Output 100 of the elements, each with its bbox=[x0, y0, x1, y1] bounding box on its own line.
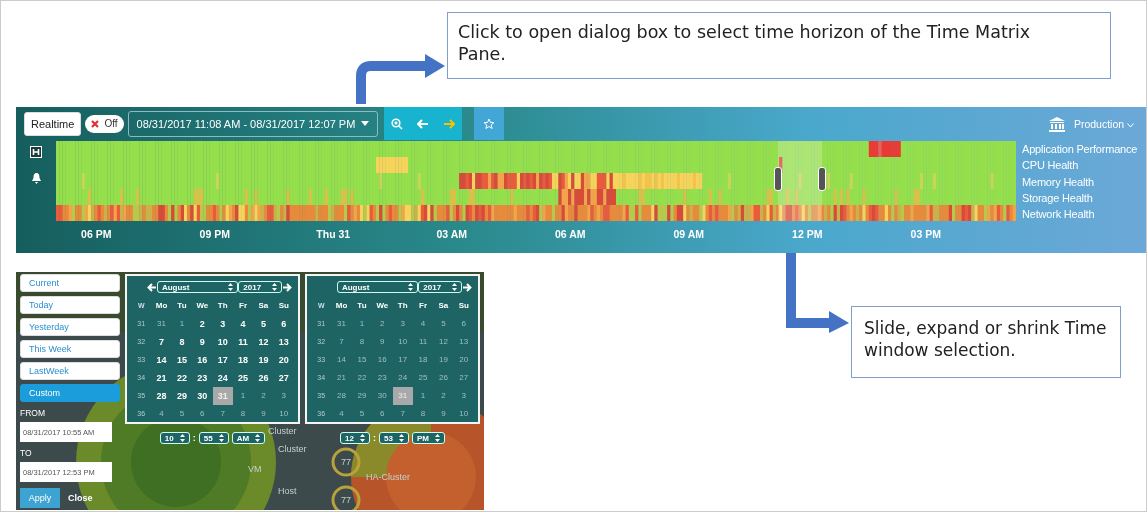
close-button[interactable]: Close bbox=[66, 493, 95, 503]
realtime-button[interactable]: Realtime bbox=[24, 111, 82, 136]
calendar-day[interactable]: 15 bbox=[171, 351, 193, 369]
calendar-day[interactable]: 2 bbox=[433, 387, 454, 405]
calendar-day[interactable]: 6 bbox=[372, 405, 393, 423]
calendar-day[interactable]: 21 bbox=[331, 369, 352, 387]
preset-option[interactable]: This Week bbox=[20, 340, 120, 358]
calendar-day[interactable]: 12 bbox=[253, 333, 274, 351]
calendar-day[interactable]: 7 bbox=[151, 333, 172, 351]
calendar-day[interactable]: 2 bbox=[372, 315, 393, 333]
calendar-day[interactable]: 5 bbox=[171, 405, 193, 423]
environment-dropdown[interactable]: Production bbox=[1073, 117, 1144, 130]
calendar-day[interactable]: 3 bbox=[212, 315, 233, 333]
calendar-day[interactable]: 4 bbox=[331, 405, 352, 423]
hour-spinner[interactable]: 12 bbox=[340, 432, 370, 444]
calendar-day[interactable]: 1 bbox=[232, 387, 254, 405]
calendar-day[interactable]: 17 bbox=[392, 351, 413, 369]
calendar-day[interactable]: 3 bbox=[273, 387, 294, 405]
calendar-day[interactable]: 4 bbox=[151, 405, 172, 423]
calendar-day[interactable]: 25 bbox=[412, 369, 434, 387]
calendar-day[interactable]: 1 bbox=[412, 387, 434, 405]
calendar-day[interactable]: 24 bbox=[212, 369, 233, 387]
preset-option[interactable]: Custom bbox=[20, 384, 120, 402]
year-select[interactable]: 2017 bbox=[418, 281, 463, 293]
minute-spinner[interactable]: 53 bbox=[379, 432, 409, 444]
calendar-day[interactable]: 31 bbox=[331, 315, 352, 333]
hour-spinner[interactable]: 10 bbox=[159, 432, 190, 444]
calendar-day[interactable]: 12 bbox=[433, 333, 454, 351]
preset-option[interactable]: Current bbox=[20, 274, 120, 292]
calendar-day[interactable]: 6 bbox=[192, 405, 213, 423]
bell-icon[interactable] bbox=[30, 172, 42, 184]
calendar-day[interactable]: 4 bbox=[232, 315, 254, 333]
calendar-day[interactable]: 28 bbox=[331, 387, 352, 405]
calendar-day[interactable]: 27 bbox=[273, 369, 294, 387]
calendar-day[interactable]: 10 bbox=[453, 405, 474, 423]
apply-button[interactable]: Apply bbox=[20, 488, 60, 508]
calendar-day[interactable]: 19 bbox=[253, 351, 274, 369]
calendar-day[interactable]: 30 bbox=[372, 387, 393, 405]
calendar-day[interactable]: 8 bbox=[232, 405, 254, 423]
calendar-day[interactable]: 9 bbox=[433, 405, 454, 423]
resize-handle[interactable] bbox=[818, 167, 826, 191]
calendar-day[interactable]: 28 bbox=[151, 387, 172, 405]
calendar-day[interactable]: 31 bbox=[212, 387, 233, 405]
calendar-day[interactable]: 9 bbox=[192, 333, 213, 351]
calendar-day[interactable]: 19 bbox=[433, 351, 454, 369]
calendar-day[interactable]: 2 bbox=[192, 315, 213, 333]
calendar-day[interactable]: 13 bbox=[273, 333, 294, 351]
calendar-day[interactable]: 29 bbox=[171, 387, 193, 405]
calendar-day[interactable]: 11 bbox=[232, 333, 254, 351]
calendar-day[interactable]: 5 bbox=[433, 315, 454, 333]
calendar-day[interactable]: 8 bbox=[351, 333, 373, 351]
month-select[interactable]: August bbox=[336, 281, 419, 293]
calendar-day[interactable]: 1 bbox=[351, 315, 373, 333]
realtime-toggle[interactable]: Off bbox=[85, 114, 124, 133]
minute-spinner[interactable]: 55 bbox=[198, 432, 229, 444]
calendar-day[interactable]: 21 bbox=[151, 369, 172, 387]
calendar-day[interactable]: 8 bbox=[412, 405, 434, 423]
preset-option[interactable]: Yesterday bbox=[20, 318, 120, 336]
date-range-dropdown[interactable]: 08/31/2017 11:08 AM - 08/31/2017 12:07 PM bbox=[127, 110, 379, 137]
calendar-day[interactable]: 11 bbox=[412, 333, 434, 351]
calendar-day[interactable]: 10 bbox=[212, 333, 233, 351]
calendar-day[interactable]: 23 bbox=[372, 369, 393, 387]
calendar-day[interactable]: 6 bbox=[273, 315, 294, 333]
calendar-day[interactable]: 26 bbox=[433, 369, 454, 387]
calendar-day[interactable]: 3 bbox=[453, 387, 474, 405]
calendar-day[interactable]: 5 bbox=[351, 405, 373, 423]
calendar-day[interactable]: 1 bbox=[171, 315, 193, 333]
calendar-day[interactable]: 20 bbox=[273, 351, 294, 369]
month-select[interactable]: August bbox=[156, 281, 239, 293]
calendar-day[interactable]: 10 bbox=[273, 405, 294, 423]
preset-option[interactable]: Today bbox=[20, 296, 120, 314]
calendar-day[interactable]: 3 bbox=[392, 315, 413, 333]
calendar-day[interactable]: 18 bbox=[232, 351, 254, 369]
calendar-day[interactable]: 7 bbox=[331, 333, 352, 351]
calendar-day[interactable]: 8 bbox=[171, 333, 193, 351]
calendar-day[interactable]: 31 bbox=[151, 315, 172, 333]
calendar-day[interactable]: 31 bbox=[392, 387, 413, 405]
calendar-day[interactable]: 9 bbox=[372, 333, 393, 351]
calendar-day[interactable]: 29 bbox=[351, 387, 373, 405]
period-spinner[interactable]: PM bbox=[411, 432, 445, 444]
left-arrow-icon[interactable] bbox=[147, 282, 157, 292]
calendar-day[interactable]: 6 bbox=[453, 315, 474, 333]
calendar-day[interactable]: 26 bbox=[253, 369, 274, 387]
calendar-day[interactable]: 4 bbox=[412, 315, 434, 333]
calendar-day[interactable]: 14 bbox=[331, 351, 352, 369]
calendar-day[interactable]: 23 bbox=[192, 369, 213, 387]
resize-handle[interactable] bbox=[774, 167, 782, 191]
calendar-day[interactable]: 27 bbox=[453, 369, 474, 387]
calendar-day[interactable]: 17 bbox=[212, 351, 233, 369]
calendar-day[interactable]: 7 bbox=[392, 405, 413, 423]
calendar-day[interactable]: 7 bbox=[212, 405, 233, 423]
calendar-day[interactable]: 14 bbox=[151, 351, 172, 369]
calendar-day[interactable]: 16 bbox=[372, 351, 393, 369]
calendar-day[interactable]: 13 bbox=[453, 333, 474, 351]
calendar-day[interactable]: 25 bbox=[232, 369, 254, 387]
calendar-day[interactable]: 9 bbox=[253, 405, 274, 423]
time-window-selection[interactable] bbox=[778, 141, 822, 221]
period-spinner[interactable]: AM bbox=[231, 432, 266, 444]
calendar-day[interactable]: 16 bbox=[192, 351, 213, 369]
preset-option[interactable]: LastWeek bbox=[20, 362, 120, 380]
